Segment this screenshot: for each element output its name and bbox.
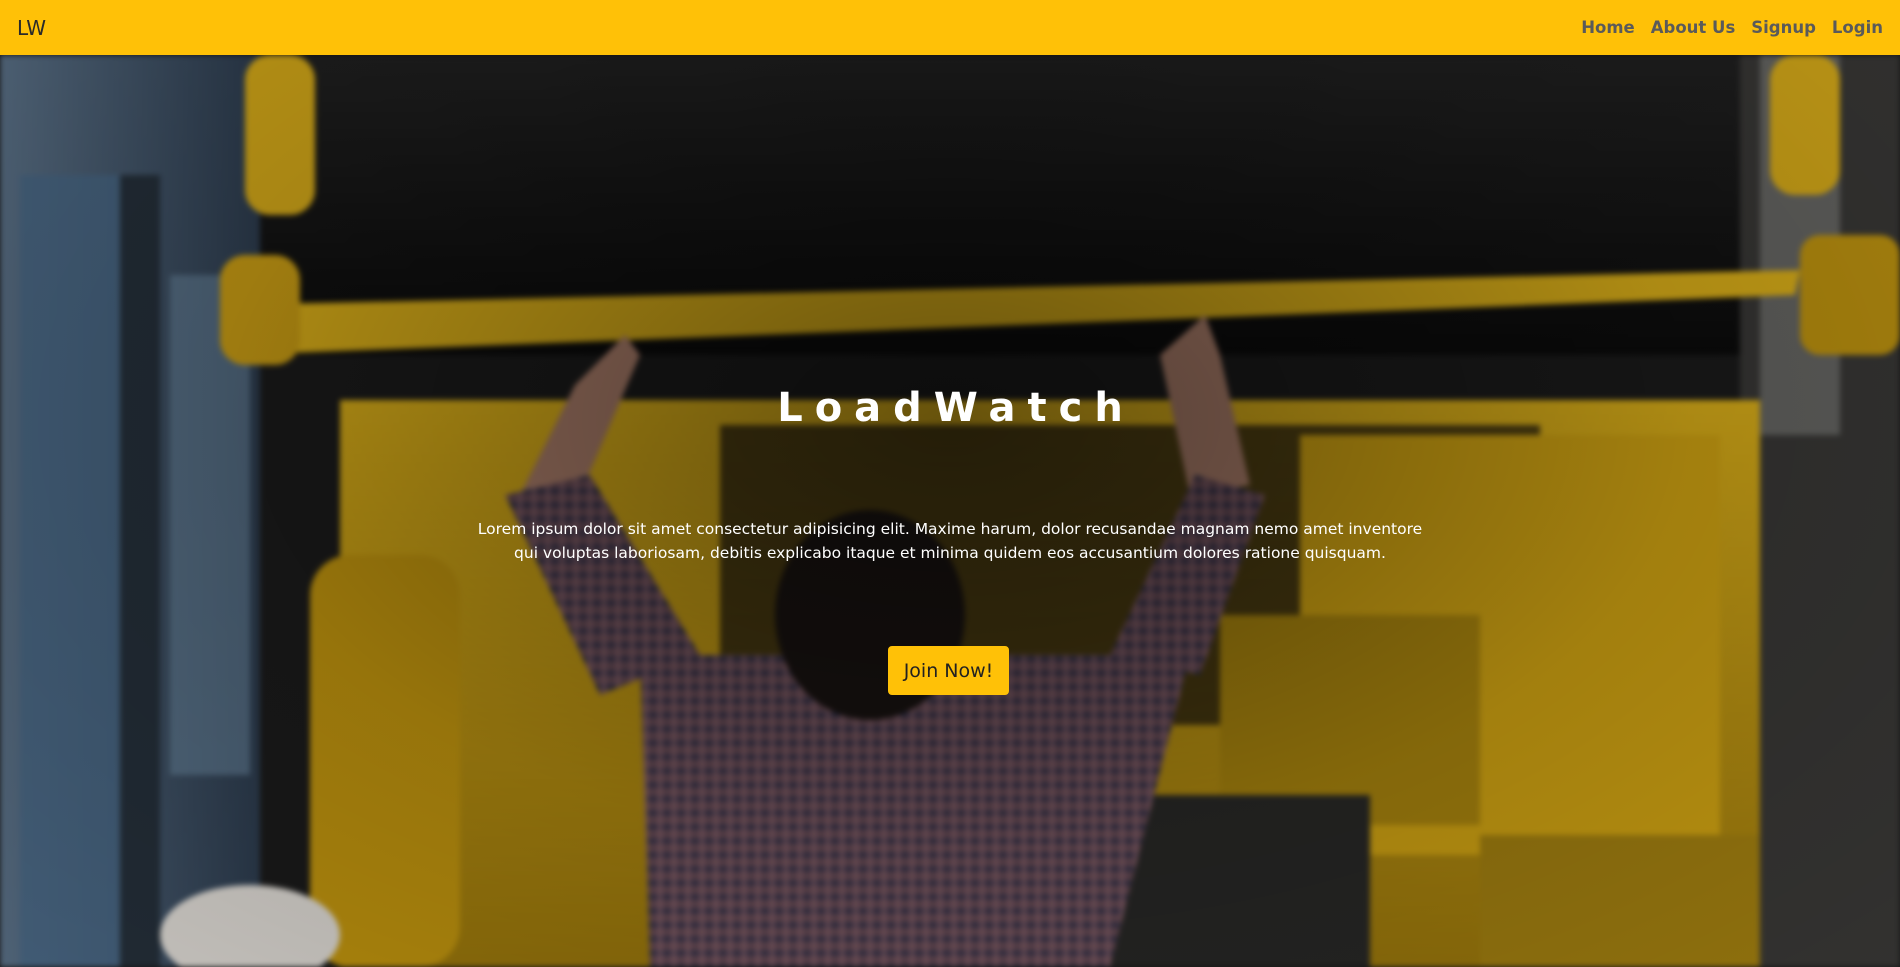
hero-description: Lorem ipsum dolor sit amet consectetur a… [477,520,1423,562]
nav-link-signup[interactable]: Signup [1751,18,1816,37]
hero-title: LoadWatch [777,385,1135,431]
nav-link-about-us[interactable]: About Us [1651,18,1736,37]
nav-links: Home About Us Signup Login [1581,18,1883,37]
navbar: LW Home About Us Signup Login [0,0,1900,55]
hero-section: LoadWatch Lorem ipsum dolor sit amet con… [0,55,1900,967]
brand-logo[interactable]: LW [17,16,46,40]
nav-link-home[interactable]: Home [1581,18,1635,37]
hero-content: LoadWatch Lorem ipsum dolor sit amet con… [0,55,1900,967]
nav-link-login[interactable]: Login [1832,18,1883,37]
join-now-button[interactable]: Join Now! [888,646,1009,695]
